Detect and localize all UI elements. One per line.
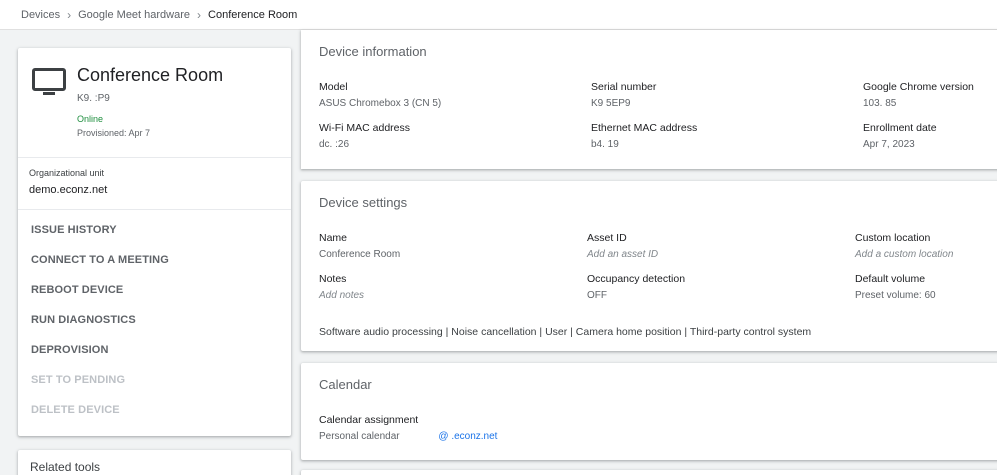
occupancy-detection-value: OFF: [587, 290, 607, 301]
calendar-assignment-label: Calendar assignment: [319, 414, 419, 426]
org-unit-label: Organizational unit: [29, 168, 105, 178]
chevron-right-icon: ›: [67, 7, 72, 22]
ethernet-mac-label: Ethernet MAC address: [591, 122, 698, 134]
notes-setting[interactable]: Notes Add notes: [319, 273, 364, 301]
issue-history-button[interactable]: ISSUE HISTORY: [18, 217, 291, 247]
chevron-right-icon: ›: [197, 7, 202, 22]
name-setting[interactable]: Name Conference Room: [319, 232, 400, 260]
asset-id-value: Add an asset ID: [587, 249, 659, 260]
breadcrumb-current: Conference Room: [208, 8, 298, 21]
wifi-mac-label: Wi-Fi MAC address: [319, 122, 411, 134]
notes-label: Notes: [319, 273, 347, 285]
chrome-version-field: Google Chrome version 103. 85: [863, 81, 974, 109]
connect-to-meeting-button[interactable]: CONNECT TO A MEETING: [18, 247, 291, 277]
custom-location-label: Custom location: [855, 232, 931, 244]
reboot-device-button[interactable]: REBOOT DEVICE: [18, 277, 291, 307]
breadcrumb-devices[interactable]: Devices: [21, 9, 60, 21]
default-volume-label: Default volume: [855, 273, 926, 285]
enrollment-date-value: Apr 7, 2023: [863, 139, 915, 150]
name-label: Name: [319, 232, 348, 244]
next-card: [301, 470, 997, 475]
occupancy-detection-setting[interactable]: Occupancy detection OFF: [587, 273, 685, 301]
device-summary-card: Conference Room K9. :P9 Online Provision…: [18, 48, 291, 436]
deprovision-button[interactable]: DEPROVISION: [18, 337, 291, 367]
device-name: Conference Room: [77, 65, 224, 85]
calendar-type: Personal calendar: [319, 431, 400, 442]
related-tools-title: Related tools: [30, 460, 101, 474]
ethernet-mac-value: b4. 19: [591, 139, 619, 150]
serial-number-field: Serial number K9 5EP9: [591, 81, 656, 109]
wifi-mac-field: Wi-Fi MAC address dc. :26: [319, 122, 410, 150]
custom-location-value: Add a custom location: [855, 249, 954, 260]
related-tools-card: Related tools: [18, 450, 291, 475]
model-field: Model ASUS Chromebox 3 (CN 5): [319, 81, 441, 109]
provisioned-date: Provisioned: Apr 7: [77, 128, 151, 138]
asset-id-label: Asset ID: [587, 232, 627, 244]
model-label: Model: [319, 81, 348, 93]
device-information-card: Device information Model ASUS Chromebox …: [301, 30, 997, 169]
asset-id-setting[interactable]: Asset ID Add an asset ID: [587, 232, 658, 260]
device-serial: K9. :P9: [77, 93, 110, 104]
custom-location-setting[interactable]: Custom location Add a custom location: [855, 232, 953, 260]
calendar-assignment-field: Calendar assignment Personal calendar @ …: [319, 414, 497, 442]
feature-list: Software audio processing | Noise cancel…: [319, 326, 812, 338]
delete-device-button: DELETE DEVICE: [31, 404, 120, 416]
status-badge: Online: [77, 114, 104, 124]
ethernet-mac-field: Ethernet MAC address b4. 19: [591, 122, 697, 150]
device-settings-card[interactable]: Device settings Name Conference Room Ass…: [301, 181, 997, 351]
device-actions: ISSUE HISTORY CONNECT TO A MEETING REBOO…: [18, 210, 291, 427]
breadcrumb: Devices › Google Meet hardware › Confere…: [0, 0, 997, 30]
calendar-assignment-value: Personal calendar @ .econz.net: [319, 431, 497, 442]
chrome-version-value: 103. 85: [863, 98, 897, 109]
device-settings-title: Device settings: [319, 195, 408, 210]
chrome-version-label: Google Chrome version: [863, 81, 974, 93]
calendar-card: Calendar Calendar assignment Personal ca…: [301, 363, 997, 460]
name-value: Conference Room: [319, 249, 401, 260]
set-to-pending-button: SET TO PENDING: [31, 374, 126, 386]
default-volume-setting[interactable]: Default volume Preset volume: 60: [855, 273, 936, 301]
org-unit: Organizational unit demo.econz.net: [18, 158, 291, 210]
org-unit-value: demo.econz.net: [29, 184, 108, 196]
calendar-email-link[interactable]: @ .econz.net: [438, 431, 497, 442]
serial-number-label: Serial number: [591, 81, 657, 93]
calendar-title: Calendar: [319, 377, 372, 392]
run-diagnostics-button[interactable]: RUN DIAGNOSTICS: [18, 307, 291, 337]
default-volume-value: Preset volume: 60: [855, 290, 936, 301]
device-header: Conference Room K9. :P9 Online Provision…: [18, 48, 291, 158]
serial-number-value: K9 5EP9: [591, 98, 631, 109]
device-information-title: Device information: [319, 44, 427, 59]
model-value: ASUS Chromebox 3 (CN 5): [319, 98, 442, 109]
notes-value: Add notes: [319, 290, 365, 301]
wifi-mac-value: dc. :26: [319, 139, 350, 150]
occupancy-detection-label: Occupancy detection: [587, 273, 686, 285]
breadcrumb-meet-hardware[interactable]: Google Meet hardware: [78, 9, 190, 21]
enrollment-date-field: Enrollment date Apr 7, 2023: [863, 122, 937, 150]
tv-icon: [32, 68, 66, 95]
enrollment-date-label: Enrollment date: [863, 122, 937, 134]
